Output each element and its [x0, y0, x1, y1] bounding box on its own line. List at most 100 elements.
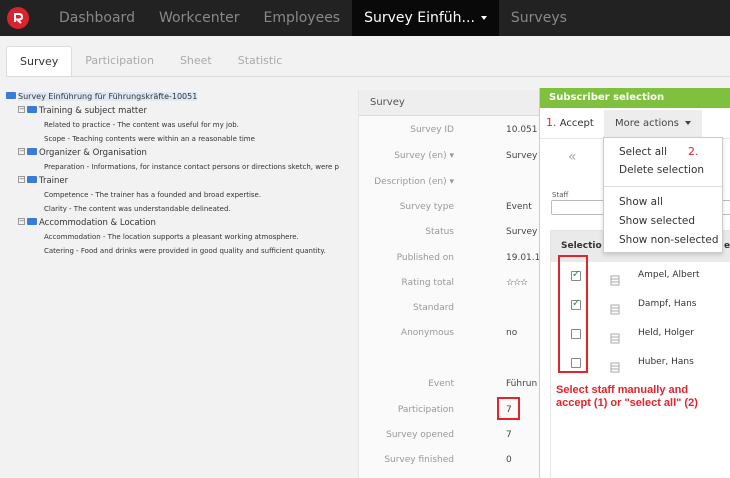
checkbox-highlight-box [558, 255, 588, 373]
tree-root[interactable]: Survey Einführung für Führungskräfte-100… [6, 90, 356, 104]
tree-item[interactable]: Scope - Teaching contents were within an… [6, 132, 356, 146]
staff-name: Dampf, Hans [638, 299, 697, 309]
menu-select-all[interactable]: Select all 2. [619, 145, 699, 158]
menu-delete-selection[interactable]: Delete selection [619, 164, 704, 176]
menu-show-selected[interactable]: Show selected [619, 215, 695, 227]
prop-survey-opened: Survey opened 7 [359, 430, 541, 444]
more-actions-label: More actions [615, 118, 679, 129]
more-actions-button[interactable]: More actions [604, 110, 702, 138]
user-icon [610, 271, 620, 286]
prop-label: Event [428, 379, 454, 389]
menu-show-non-selected[interactable]: Show non-selected [619, 234, 719, 246]
menu-show-all[interactable]: Show all [619, 196, 663, 208]
prop-description: Description (en) ▾ [359, 177, 541, 191]
nav-employees[interactable]: Employees [251, 0, 352, 36]
prop-label: Rating total [401, 278, 454, 288]
prop-label: Anonymous [400, 328, 454, 338]
top-navbar: Dashboard Workcenter Employees Survey Ei… [0, 0, 730, 36]
column-header-selection[interactable]: Selectio [561, 241, 602, 251]
tree-item[interactable]: Competence - The trainer has a founded a… [6, 188, 356, 202]
chevron-down-icon [684, 121, 691, 125]
step-number-1: 1. [546, 116, 557, 129]
staff-name: Ampel, Albert [638, 270, 700, 280]
survey-tree: Survey Einführung für Führungskräfte-100… [6, 90, 356, 258]
prop-label: Survey finished [384, 455, 454, 465]
prop-label-dropdown[interactable]: Survey (en) ▾ [394, 151, 454, 161]
prop-anonymous: Anonymous no [359, 328, 541, 342]
prop-label-dropdown[interactable]: Description (en) ▾ [374, 177, 454, 187]
tree-group[interactable]: − Organizer & Organisation [6, 146, 356, 160]
tab-survey[interactable]: Survey [6, 46, 73, 76]
folder-open-icon [27, 148, 37, 155]
nav-dashboard[interactable]: Dashboard [47, 0, 147, 36]
page-prev-icon[interactable]: « [568, 149, 577, 165]
nav-survey-current-label: Survey Einfüh... [364, 10, 475, 26]
prop-label: Participation [397, 405, 454, 415]
prop-value: no [506, 328, 518, 338]
prop-rating-total: Rating total ☆☆☆ [359, 278, 541, 292]
prop-survey-finished: Survey finished 0 [359, 455, 541, 469]
user-icon [610, 358, 620, 373]
prop-label: Survey opened [386, 430, 454, 440]
app-logo-icon[interactable] [7, 7, 29, 29]
tab-sheet[interactable]: Sheet [167, 46, 225, 76]
prop-label: Survey ID [410, 125, 454, 135]
prop-value: 7 [506, 430, 512, 440]
column-header-name[interactable]: e [724, 231, 730, 262]
menu-divider [604, 186, 722, 187]
folder-open-icon [27, 218, 37, 225]
prop-value: 0 [506, 455, 512, 465]
chevron-down-icon [480, 16, 487, 20]
nav-surveys[interactable]: Surveys [499, 0, 579, 36]
participation-highlight-box [497, 397, 520, 420]
tree-group[interactable]: − Accommodation & Location [6, 216, 356, 230]
tree-item[interactable]: Accommodation - The location supports a … [6, 230, 356, 244]
prop-label: Standard [413, 303, 454, 313]
accept-label: Accept [559, 118, 594, 129]
prop-survey-name: Survey (en) ▾ Survey [359, 151, 541, 165]
dialog-toolbar: 1. Accept More actions [540, 108, 730, 138]
nav-survey-current[interactable]: Survey Einfüh... [352, 0, 499, 36]
tree-root-label: Survey Einführung für Führungskräfte-100… [18, 92, 198, 101]
prop-value: Survey [506, 151, 538, 161]
staff-filter-label: Staff [552, 191, 569, 199]
prop-standard: Standard [359, 303, 541, 317]
tree-item[interactable]: Related to practice - The content was us… [6, 118, 356, 132]
rating-stars-icon: ☆☆☆ [506, 278, 528, 288]
tree-item[interactable]: Catering - Food and drinks were provided… [6, 244, 356, 258]
prop-label: Survey type [399, 202, 454, 212]
prop-survey-type: Survey type Event [359, 202, 541, 216]
survey-properties-panel: Survey Survey ID 10.051 Survey (en) ▾ Surv… [358, 90, 540, 478]
tab-participation[interactable]: Participation [72, 46, 167, 76]
tree-item[interactable]: Preparation - Informations, for instance… [6, 160, 356, 174]
folder-open-icon [27, 106, 37, 113]
tree-group[interactable]: − Training & subject matter [6, 104, 356, 118]
prop-survey-id: Survey ID 10.051 [359, 125, 541, 139]
collapse-icon[interactable]: − [18, 218, 25, 225]
menu-select-all-label: Select all [619, 146, 667, 158]
prop-value: Führun [506, 379, 538, 389]
folder-open-icon [27, 176, 37, 183]
user-icon [610, 329, 620, 344]
panel-header: Survey [359, 90, 540, 116]
step-number-2: 2. [688, 145, 699, 158]
accept-button[interactable]: 1. Accept [546, 116, 594, 129]
prop-value: Survey [506, 227, 538, 237]
survey-tabs: Survey Participation Sheet Statistic [6, 46, 295, 76]
folder-open-icon [6, 92, 16, 99]
collapse-icon[interactable]: − [18, 176, 25, 183]
collapse-icon[interactable]: − [18, 106, 25, 113]
prop-status: Status Survey [359, 227, 541, 241]
prop-value: 10.051 [506, 125, 538, 135]
collapse-icon[interactable]: − [18, 148, 25, 155]
tree-group-label: Organizer & Organisation [39, 148, 147, 158]
tree-group-label: Trainer [39, 176, 69, 186]
tab-statistic[interactable]: Statistic [225, 46, 296, 76]
tree-group[interactable]: − Trainer [6, 174, 356, 188]
prop-value: Event [506, 202, 532, 212]
nav-workcenter[interactable]: Workcenter [147, 0, 252, 36]
prop-published-on: Published on 19.01.1 [359, 253, 541, 267]
tree-item[interactable]: Clarity - The content was understandable… [6, 202, 356, 216]
more-actions-menu: Select all 2. Delete selection Show all S… [603, 137, 723, 253]
prop-label: Published on [396, 253, 454, 263]
